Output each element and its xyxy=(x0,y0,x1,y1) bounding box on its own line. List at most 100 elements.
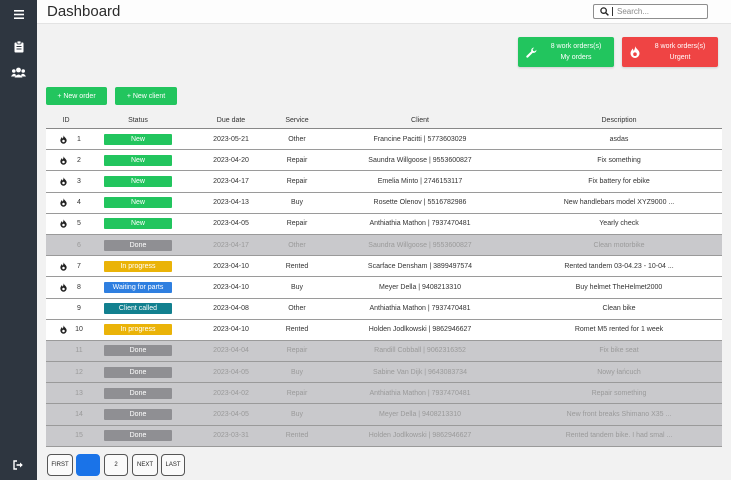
cell-client: Francine Pacitti | 5773603029 xyxy=(373,135,467,143)
table-row[interactable]: 8 Waiting for parts 2023-04-10 Buy Meyer Del… xyxy=(46,277,722,299)
cell-client: Anthiathia Mathon | 7937470481 xyxy=(369,389,471,397)
cell-due-date: 2023-04-10 xyxy=(213,326,249,334)
cell-due-date: 2023-03-31 xyxy=(213,432,249,440)
search-icon[interactable] xyxy=(596,5,612,18)
table-row[interactable]: 11 Done 2023-04-04 Repair Randill Cobball | … xyxy=(46,340,722,363)
my-orders-card[interactable]: 8 work orders(s) My orders xyxy=(518,37,614,67)
search-input[interactable] xyxy=(617,7,703,16)
flame-icon xyxy=(60,214,67,234)
cell-service: Buy xyxy=(290,199,304,207)
cell-status: Client called xyxy=(104,299,172,319)
cell-status: New xyxy=(104,129,172,149)
cell-client: Holden Jodlkowski | 9862946627 xyxy=(368,326,472,334)
search-box[interactable] xyxy=(593,4,708,19)
my-orders-label: My orders xyxy=(560,54,592,61)
cell-service: Other xyxy=(288,305,306,313)
logout-icon xyxy=(13,460,23,470)
cell-status: In progress xyxy=(104,256,172,276)
cell-due-date: 2023-05-21 xyxy=(213,135,249,143)
status-badge: Done xyxy=(104,430,172,442)
table-row[interactable]: 14 Done 2023-04-05 Buy Meyer Della | 9408213… xyxy=(46,404,722,426)
cell-due-date: 2023-04-17 xyxy=(213,241,249,249)
cell-id: 14 xyxy=(75,411,83,419)
pagination-next[interactable]: NEXT xyxy=(132,454,158,476)
pagination-first[interactable]: FIRST xyxy=(47,454,73,476)
menu-button[interactable] xyxy=(0,0,37,28)
header-service[interactable]: Service xyxy=(285,117,308,124)
logout-button[interactable] xyxy=(0,451,37,479)
cell-client: Emelia Minto | 2746153117 xyxy=(377,177,463,185)
status-badge: Done xyxy=(104,345,172,357)
table-row[interactable]: 7 In progress 2023-04-10 Rented Scarface Den… xyxy=(46,256,722,278)
cell-client: Holden Jodlkowski | 9862946627 xyxy=(368,432,472,440)
cell-id: 4 xyxy=(77,199,81,207)
status-badge: New xyxy=(104,218,172,230)
cell-id: 8 xyxy=(77,283,81,291)
table-row[interactable]: 5 New 2023-04-05 Repair Anthiathia Mathon | … xyxy=(46,213,722,235)
table-row[interactable]: 12 Done 2023-04-05 Buy Sabine Van Dijk | 964… xyxy=(46,362,722,384)
cell-description: Fix battery for ebike xyxy=(588,177,650,185)
sidebar-item-clients[interactable] xyxy=(0,58,37,86)
urgent-card-text: 8 work orders(s) Urgent xyxy=(648,41,718,63)
table-row[interactable]: 4 New 2023-04-13 Buy Rosette Olenov | 551678… xyxy=(46,192,722,214)
header-id[interactable]: ID xyxy=(63,117,70,124)
sidebar-item-orders[interactable] xyxy=(0,33,37,61)
table-row[interactable]: 10 In progress 2023-04-10 Rented Holden Jodl… xyxy=(46,319,722,341)
header-client[interactable]: Client xyxy=(411,117,429,124)
urgent-card[interactable]: 8 work orders(s) Urgent xyxy=(622,37,718,67)
cell-id: 12 xyxy=(75,368,83,376)
table-row[interactable]: 9 Client called 2023-04-08 Other Anthiathia … xyxy=(46,298,722,320)
cell-id: 2 xyxy=(77,156,81,164)
header-description[interactable]: Description xyxy=(601,117,636,124)
new-order-button[interactable]: + New order xyxy=(46,87,107,105)
header-due-date[interactable]: Due date xyxy=(217,117,245,124)
cell-client: Sabine Van Dijk | 9643083734 xyxy=(373,368,467,376)
table-row[interactable]: 15 Done 2023-03-31 Rented Holden Jodlkowski … xyxy=(46,425,722,447)
page-title: Dashboard xyxy=(47,3,121,20)
header-status[interactable]: Status xyxy=(128,117,148,124)
pagination-page-1[interactable]: 1 xyxy=(76,454,100,476)
table-row[interactable]: 3 New 2023-04-17 Repair Emelia Minto | 27461… xyxy=(46,171,722,193)
cell-due-date: 2023-04-13 xyxy=(213,199,249,207)
cell-description: New handlebars model XYZ9000 ... xyxy=(563,199,675,207)
cell-id: 3 xyxy=(77,177,81,185)
status-badge: Done xyxy=(104,387,172,399)
cell-description: Clean bike xyxy=(602,305,636,313)
cell-description: Rented tandem 03-04.23 - 10-04 ... xyxy=(564,262,674,270)
cell-status: New xyxy=(104,193,172,213)
clipboard-icon xyxy=(14,41,23,53)
cell-service: Buy xyxy=(290,283,304,291)
cell-description: Yearly check xyxy=(599,220,639,228)
new-client-button[interactable]: + New client xyxy=(115,87,177,105)
cell-description: Fix something xyxy=(597,156,641,164)
table-row[interactable]: 6 Done 2023-04-17 Other Saundra Willgoose | … xyxy=(46,234,722,257)
cell-client: Rosette Olenov | 5516782986 xyxy=(373,199,467,207)
flame-icon xyxy=(60,171,67,191)
table-row[interactable]: 1 New 2023-05-21 Other Francine Pacitti | 57… xyxy=(46,129,722,151)
pagination-page-2[interactable]: 2 xyxy=(104,454,128,476)
cell-service: Buy xyxy=(290,368,304,376)
cell-id: 11 xyxy=(75,347,83,355)
cell-description: Repair something xyxy=(591,389,647,397)
cell-status: Done xyxy=(104,426,172,446)
cell-due-date: 2023-04-05 xyxy=(213,220,249,228)
cell-description: Rented tandem bike. I had smal ... xyxy=(565,432,673,440)
table-row[interactable]: 2 New 2023-04-20 Repair Saundra Willgoose | … xyxy=(46,150,722,172)
cell-due-date: 2023-04-05 xyxy=(213,368,249,376)
flame-icon xyxy=(60,150,67,170)
cell-description: Nowy łańcuch xyxy=(597,368,641,376)
status-badge: In progress xyxy=(104,260,172,272)
status-badge: Done xyxy=(104,239,172,251)
urgent-count: 8 work orders(s) xyxy=(654,43,706,50)
cell-due-date: 2023-04-17 xyxy=(213,177,249,185)
pagination-last[interactable]: LAST xyxy=(161,454,185,476)
table-row[interactable]: 13 Done 2023-04-02 Repair Anthiathia Mathon … xyxy=(46,383,722,405)
cell-status: Done xyxy=(104,383,172,403)
flame-icon xyxy=(60,129,67,149)
status-badge: In progress xyxy=(104,324,172,336)
cell-due-date: 2023-04-02 xyxy=(213,389,249,397)
cell-due-date: 2023-04-20 xyxy=(213,156,249,164)
cell-status: Waiting for parts xyxy=(104,277,172,297)
cell-service: Repair xyxy=(286,156,308,164)
my-orders-count: 8 work orders(s) xyxy=(550,43,602,50)
